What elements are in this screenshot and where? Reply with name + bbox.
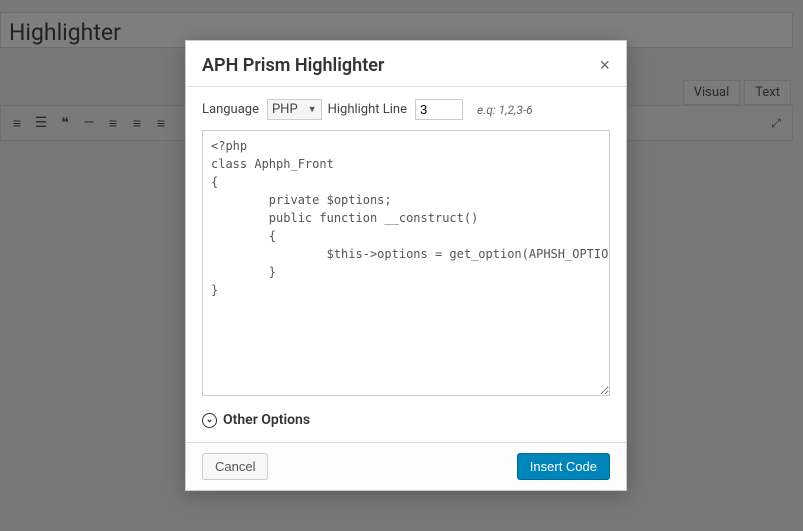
highlight-line-label: Highlight Line bbox=[328, 102, 407, 117]
other-options-toggle[interactable]: ⌄ Other Options bbox=[202, 412, 610, 428]
chevron-down-icon: ▼ bbox=[308, 104, 317, 115]
chevron-down-circle-icon: ⌄ bbox=[202, 413, 217, 428]
other-options-label: Other Options bbox=[223, 412, 310, 428]
language-label: Language bbox=[202, 102, 259, 117]
language-select-value: PHP bbox=[272, 102, 298, 117]
highlight-hint: e.q: 1,2,3-6 bbox=[477, 103, 533, 117]
prism-highlighter-modal: APH Prism Highlighter × Language PHP ▼ H… bbox=[185, 40, 627, 491]
code-textarea[interactable]: <?php class Aphph_Front { private $optio… bbox=[202, 130, 610, 396]
language-select[interactable]: PHP ▼ bbox=[267, 99, 322, 120]
modal-header: APH Prism Highlighter × bbox=[186, 41, 626, 87]
highlight-line-input[interactable] bbox=[415, 99, 463, 120]
modal-title: APH Prism Highlighter bbox=[202, 55, 384, 76]
modal-footer: Cancel Insert Code bbox=[186, 442, 626, 490]
options-row: Language PHP ▼ Highlight Line e.q: 1,2,3… bbox=[202, 99, 610, 120]
modal-body: Language PHP ▼ Highlight Line e.q: 1,2,3… bbox=[186, 87, 626, 442]
close-icon[interactable]: × bbox=[599, 55, 610, 76]
cancel-button[interactable]: Cancel bbox=[202, 453, 268, 480]
insert-code-button[interactable]: Insert Code bbox=[517, 453, 610, 480]
